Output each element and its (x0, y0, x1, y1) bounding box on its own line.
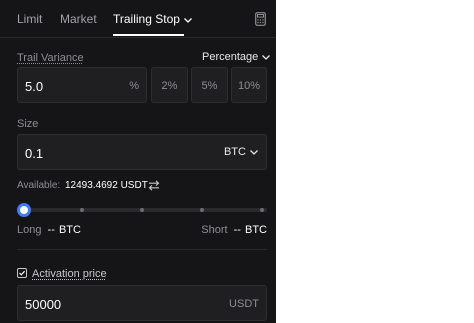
short-label: Short (201, 224, 228, 236)
active-tab-indicator (113, 34, 184, 36)
preset-5-percent-button[interactable]: 5% (191, 67, 228, 103)
slider-tick[interactable] (80, 208, 84, 212)
activation-price-checkbox[interactable] (17, 268, 27, 278)
trail-variance-label[interactable]: Trail Variance (17, 52, 84, 64)
order-panel: Limit Market Trailing Stop Trail Varianc… (0, 0, 276, 323)
variance-mode-dropdown[interactable]: Percentage (202, 51, 271, 63)
variance-mode-value: Percentage (202, 51, 259, 63)
long-label: Long (17, 224, 42, 236)
calculator-icon[interactable] (255, 12, 266, 26)
chevron-down-icon (250, 150, 258, 156)
percent-unit: % (129, 80, 139, 92)
transfer-icon[interactable] (148, 180, 160, 191)
size-slider-handle[interactable] (17, 203, 31, 217)
size-label: Size (17, 118, 39, 130)
available-label: Available: (17, 180, 61, 191)
checkmark-icon (19, 270, 26, 276)
available-amount: 12493.4692 USDT (64, 180, 148, 191)
trail-variance-value: 5.0 (25, 79, 44, 94)
activation-price-unit: USDT (229, 298, 259, 310)
size-currency: BTC (223, 146, 246, 158)
tab-limit[interactable]: Limit (17, 12, 42, 26)
chevron-down-icon (184, 17, 193, 23)
preset-label: 10% (237, 80, 261, 92)
preset-2-percent-button[interactable]: 2% (151, 67, 188, 103)
preset-label: 2% (161, 80, 178, 92)
chevron-down-icon (262, 55, 271, 61)
tab-market[interactable]: Market (60, 12, 97, 26)
size-slider-track[interactable] (24, 208, 267, 212)
trail-variance-input[interactable]: 5.0 % (17, 67, 147, 103)
slider-tick[interactable] (200, 208, 204, 212)
activation-price-input[interactable]: 50000 USDT (17, 285, 267, 321)
slider-tick[interactable] (260, 208, 264, 212)
short-estimate: Short -- BTC (201, 224, 267, 236)
short-unit: BTC (245, 224, 267, 236)
short-value: -- (233, 224, 241, 236)
long-value: -- (47, 224, 55, 236)
preset-10-percent-button[interactable]: 10% (231, 67, 267, 103)
activation-price-label[interactable]: Activation price (32, 268, 107, 280)
long-estimate: Long -- BTC (17, 224, 81, 236)
order-type-tabs: Limit Market Trailing Stop (0, 0, 276, 38)
tab-trailing-stop[interactable]: Trailing Stop (113, 12, 193, 26)
available-row: Available: 12493.4692 USDT (17, 180, 148, 191)
section-divider (17, 249, 267, 250)
size-currency-dropdown[interactable]: BTC (224, 146, 259, 158)
long-unit: BTC (58, 224, 81, 236)
tab-trailing-stop-label: Trailing Stop (113, 12, 180, 26)
size-value: 0.1 (25, 146, 44, 161)
preset-label: 5% (201, 80, 218, 92)
size-input[interactable]: 0.1 BTC (17, 134, 267, 170)
slider-tick[interactable] (140, 208, 144, 212)
activation-price-value: 50000 (25, 297, 62, 312)
